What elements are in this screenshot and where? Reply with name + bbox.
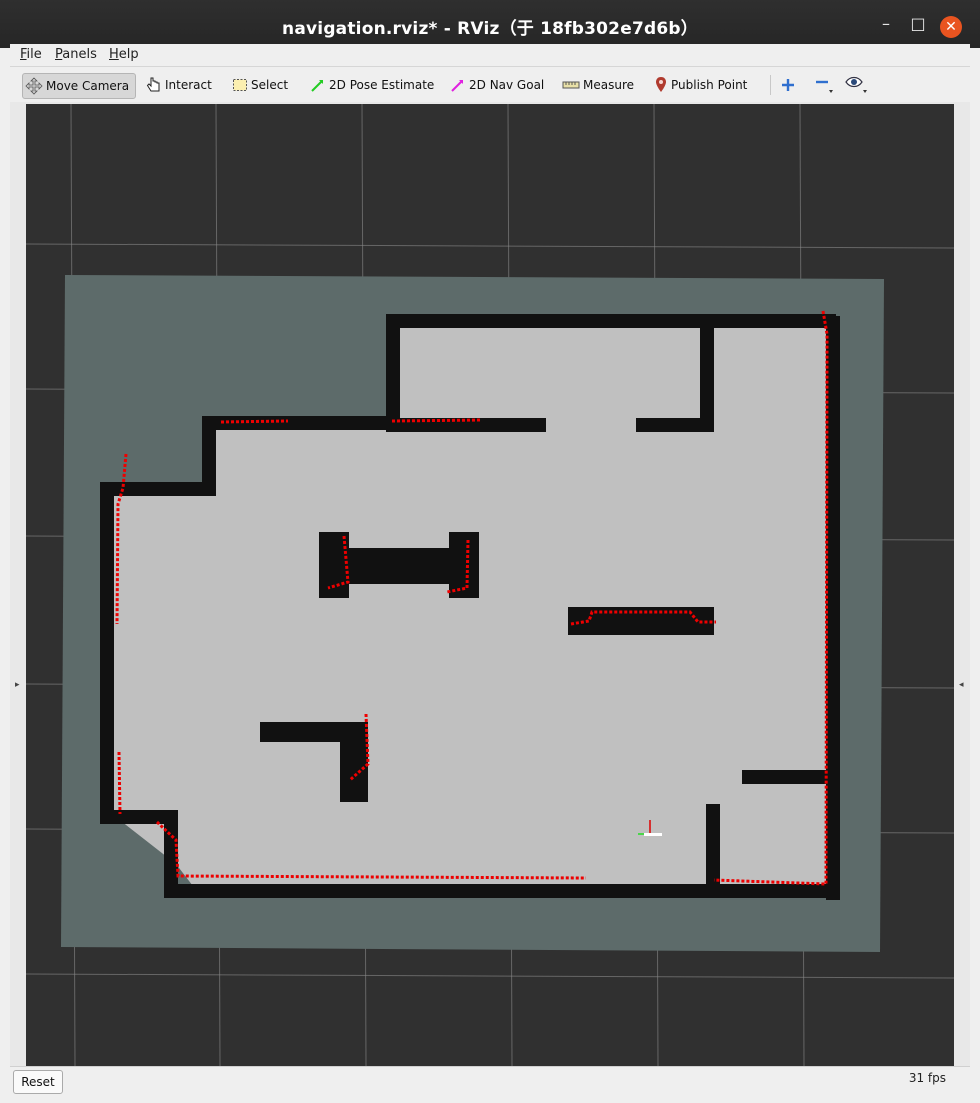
tool-interact-label: Interact xyxy=(165,78,212,92)
wall-segment xyxy=(700,328,714,432)
tool-bar: Move Camera Interact Select 2D Pose Esti… xyxy=(10,66,970,104)
grid-line xyxy=(26,243,954,249)
toolbar-separator xyxy=(770,75,771,95)
zoom-out-icon xyxy=(816,80,833,93)
tool-select[interactable]: Select xyxy=(232,73,288,97)
menu-panels[interactable]: Panels xyxy=(55,47,97,62)
maximize-button[interactable]: □ xyxy=(908,14,928,34)
tool-select-label: Select xyxy=(251,78,289,92)
obstacle xyxy=(340,722,368,802)
wall-segment xyxy=(386,314,836,328)
eye-camera-icon xyxy=(845,76,867,93)
tool-2d-pose-estimate-label: 2D Pose Estimate xyxy=(329,78,435,92)
menu-help[interactable]: Help xyxy=(109,47,139,62)
status-bar: Reset 31 fps xyxy=(10,1066,970,1097)
wall-segment xyxy=(164,884,836,898)
map-display[interactable] xyxy=(26,104,954,1066)
tool-2d-pose-estimate[interactable]: 2D Pose Estimate xyxy=(310,73,434,97)
menu-panels-label: anels xyxy=(62,47,97,62)
tool-measure-label: Measure xyxy=(583,78,634,92)
obstacle xyxy=(346,548,454,584)
zoom-out-button[interactable] xyxy=(814,73,839,97)
wall-segment xyxy=(202,416,392,430)
tool-2d-nav-goal-label: 2D Nav Goal xyxy=(469,78,545,92)
magenta-arrow-icon xyxy=(451,80,463,92)
ruler-icon xyxy=(562,81,580,89)
window-title: navigation.rviz* - RViz（于 18fb302e7d6b） xyxy=(282,19,698,39)
move-camera-icon xyxy=(25,77,43,95)
title-bar[interactable]: navigation.rviz* - RViz（于 18fb302e7d6b） … xyxy=(0,0,980,48)
left-dock-toggle-icon[interactable]: ▸ xyxy=(15,680,20,690)
tool-interact[interactable]: Interact xyxy=(146,73,212,97)
hand-pointer-icon xyxy=(146,77,160,92)
close-button[interactable]: ✕ xyxy=(940,16,962,38)
wall-segment xyxy=(742,770,832,784)
minimize-button[interactable]: – xyxy=(876,14,896,34)
tool-measure[interactable]: Measure xyxy=(562,73,634,97)
wall-segment xyxy=(386,314,400,418)
tool-publish-point-label: Publish Point xyxy=(671,78,748,92)
fps-counter: 31 fps xyxy=(908,1071,946,1085)
right-dock-toggle-icon[interactable]: ◂ xyxy=(959,680,964,690)
zoom-in-icon xyxy=(782,79,794,91)
wall-segment xyxy=(386,418,546,432)
map-pin-icon xyxy=(656,77,666,92)
green-arrow-icon xyxy=(311,80,323,92)
tool-publish-point[interactable]: Publish Point xyxy=(654,73,747,97)
zoom-in-button[interactable] xyxy=(780,73,799,97)
tool-move-camera-label: Move Camera xyxy=(46,79,130,93)
robot-label xyxy=(644,833,662,836)
menu-file[interactable]: File xyxy=(20,47,42,62)
tool-2d-nav-goal[interactable]: 2D Nav Goal xyxy=(450,73,544,97)
grid-line xyxy=(26,973,954,979)
menu-bar: File Panels Help xyxy=(10,44,970,66)
tool-move-camera[interactable]: Move Camera xyxy=(22,73,137,99)
reset-button[interactable]: Reset xyxy=(13,1070,63,1094)
rviz-window: navigation.rviz* - RViz（于 18fb302e7d6b） … xyxy=(0,0,980,1103)
wall-segment xyxy=(100,810,178,824)
menu-help-label: elp xyxy=(118,47,139,62)
3d-render-view[interactable] xyxy=(26,104,954,1066)
select-box-icon xyxy=(233,79,247,91)
menu-file-label: ile xyxy=(26,47,42,62)
wall-segment xyxy=(100,482,216,496)
camera-type-button[interactable] xyxy=(844,73,873,97)
menu-help-accel: H xyxy=(109,47,119,62)
wall-segment xyxy=(636,418,714,432)
wall-segment xyxy=(100,482,114,822)
